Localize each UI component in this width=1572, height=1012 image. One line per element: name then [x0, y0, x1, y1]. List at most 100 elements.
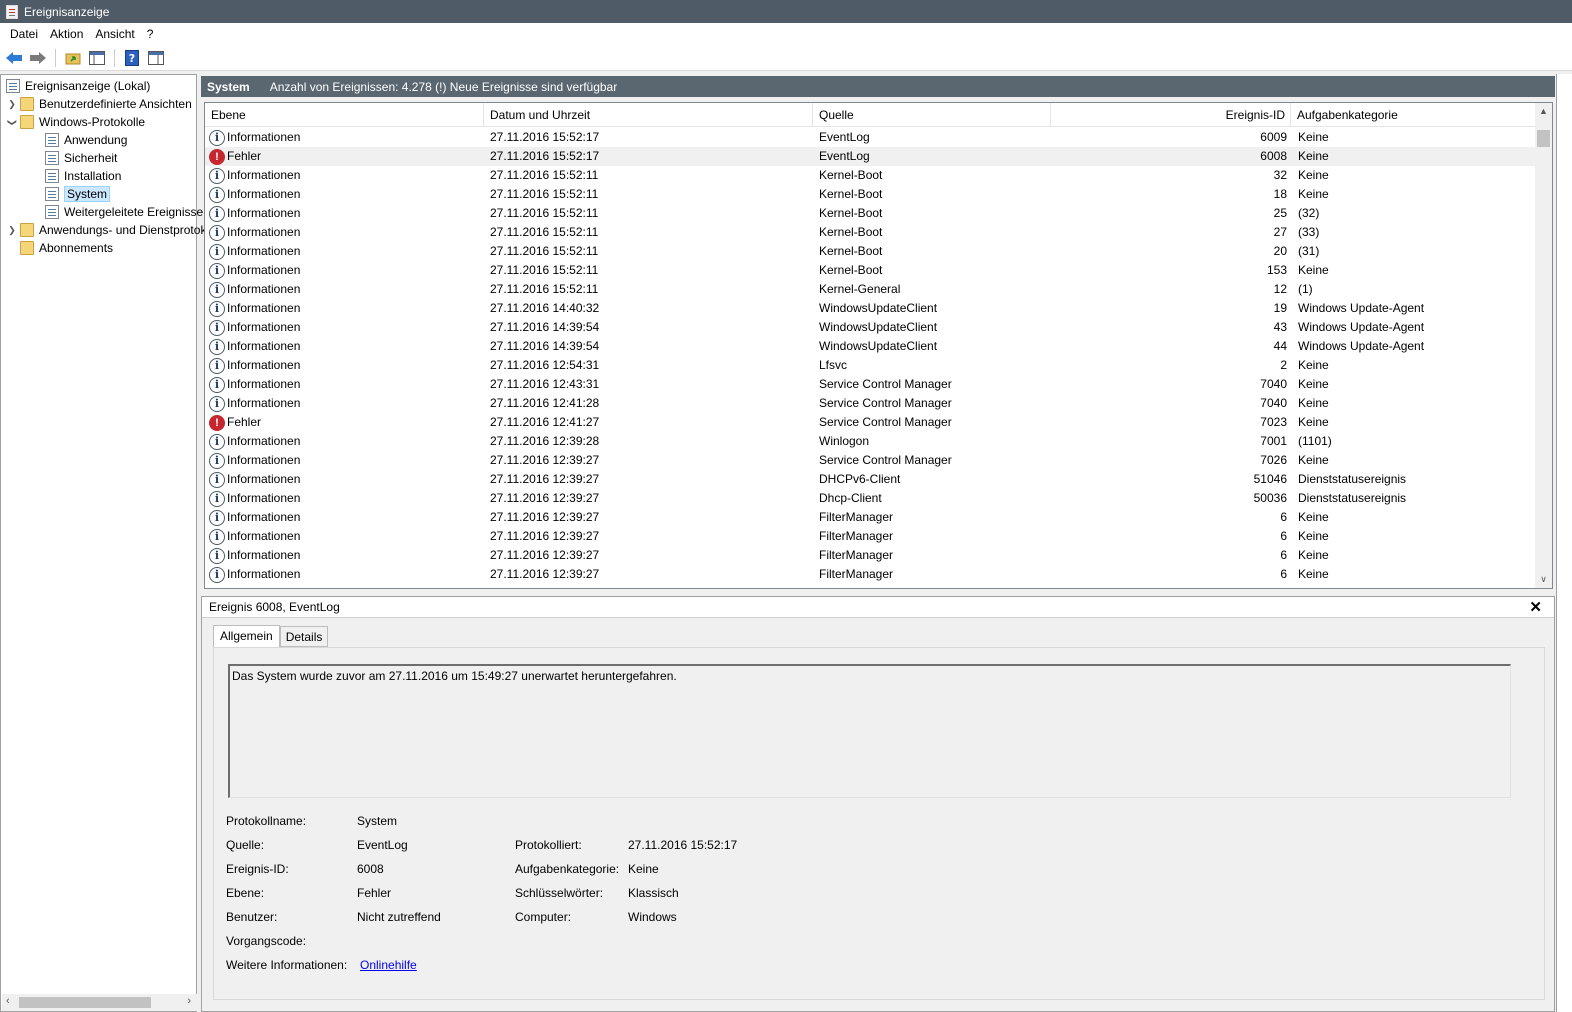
error-icon: !: [209, 148, 225, 165]
tree-item-app-service-logs[interactable]: ❯ Anwendungs- und Dienstprotokolle: [7, 221, 225, 239]
tree-item-root[interactable]: Ereignisanzeige (Lokal): [6, 77, 150, 95]
table-row[interactable]: i Informationen 27.11.2016 15:52:11 Kernel-…: [205, 204, 1535, 223]
close-icon[interactable]: ✕: [1529, 597, 1542, 618]
table-row[interactable]: i Informationen 27.11.2016 14:39:54 Windows…: [205, 318, 1535, 337]
table-row[interactable]: i Informationen 27.11.2016 15:52:11 Kernel-…: [205, 242, 1535, 261]
table-row[interactable]: i Informationen 27.11.2016 12:39:27 FilterM…: [205, 565, 1535, 584]
show-hide-tree-button[interactable]: [87, 48, 107, 68]
chevron-right-icon[interactable]: ❯: [7, 225, 17, 236]
tree-item-windows-logs[interactable]: ❯ Windows-Protokolle: [7, 113, 145, 131]
chevron-right-icon[interactable]: ❯: [7, 99, 17, 110]
field-event-id: 6008: [357, 862, 384, 876]
table-row[interactable]: i Informationen 27.11.2016 15:52:11 Kernel-…: [205, 166, 1535, 185]
column-header-quelle[interactable]: Quelle: [813, 103, 1051, 127]
info-icon: i: [209, 566, 225, 583]
chevron-down-icon[interactable]: ❯: [7, 117, 18, 127]
tree-item-forwarded-events[interactable]: Weitergeleitete Ereignisse: [45, 203, 203, 221]
field-label: Benutzer:: [226, 910, 278, 924]
cell-date: 27.11.2016 12:39:27: [490, 491, 600, 505]
scrollbar-thumb[interactable]: [19, 997, 151, 1008]
table-row[interactable]: ! Fehler 27.11.2016 15:52:17 EventLog 6008 Ke…: [205, 147, 1535, 166]
table-row[interactable]: i Informationen 27.11.2016 15:52:11 Kernel-…: [205, 223, 1535, 242]
tree-horizontal-scrollbar[interactable]: ‹ ›: [2, 994, 197, 1011]
up-folder-button[interactable]: [63, 48, 83, 68]
table-row[interactable]: ! Fehler 27.11.2016 12:41:27 Service Contro…: [205, 413, 1535, 432]
field-label: Computer:: [515, 910, 572, 924]
tree-item-sicherheit[interactable]: Sicherheit: [45, 149, 117, 167]
table-row[interactable]: i Informationen 27.11.2016 14:39:54 Windows…: [205, 337, 1535, 356]
folder-icon: [20, 115, 34, 129]
cell-task-category: Keine: [1298, 377, 1329, 391]
cell-level: i Informationen: [209, 185, 300, 204]
table-row[interactable]: i Informationen 27.11.2016 12:39:27 FilterM…: [205, 527, 1535, 546]
cell-level: ! Fehler: [209, 147, 261, 166]
svg-text:?: ?: [129, 52, 135, 65]
tree-item-label: Windows-Protokolle: [39, 115, 146, 129]
cell-date: 27.11.2016 15:52:11: [490, 282, 599, 296]
table-row[interactable]: i Informationen 27.11.2016 12:39:27 DHCPv6-…: [205, 470, 1535, 489]
menu-ansicht[interactable]: Ansicht: [89, 27, 140, 41]
cell-level: i Informationen: [209, 337, 300, 356]
tab-allgemein[interactable]: Allgemein: [213, 625, 280, 647]
table-row[interactable]: i Informationen 27.11.2016 15:52:11 Kernel-…: [205, 280, 1535, 299]
scrollbar-thumb[interactable]: [1537, 130, 1550, 147]
level-text: Informationen: [227, 244, 301, 258]
back-button[interactable]: [4, 48, 24, 68]
cell-level: i Informationen: [209, 394, 300, 413]
table-row[interactable]: i Informationen 27.11.2016 12:43:31 Service…: [205, 375, 1535, 394]
cell-date: 27.11.2016 12:41:28: [490, 396, 600, 410]
tree-item-subscriptions[interactable]: Abonnements: [20, 239, 113, 257]
online-help-link[interactable]: Onlinehilfe: [360, 958, 417, 972]
level-text: Informationen: [227, 225, 301, 239]
tree-item-anwendung[interactable]: Anwendung: [45, 131, 127, 149]
event-list: Ebene Datum und Uhrzeit Quelle Ereignis-…: [204, 102, 1553, 589]
table-row[interactable]: i Informationen 27.11.2016 15:52:11 Kernel-…: [205, 261, 1535, 280]
scroll-up-icon[interactable]: ▲: [1535, 106, 1552, 116]
table-row[interactable]: i Informationen 27.11.2016 12:39:27 FilterM…: [205, 546, 1535, 565]
title-bar: Ereignisanzeige: [0, 0, 1572, 23]
table-row[interactable]: i Informationen 27.11.2016 12:54:31 Lfsvc 2 K…: [205, 356, 1535, 375]
tree-item-system[interactable]: System: [45, 185, 111, 203]
log-icon: [45, 151, 59, 165]
console-tree-icon: [89, 50, 105, 65]
cell-date: 27.11.2016 12:39:28: [490, 434, 600, 448]
table-row[interactable]: i Informationen 27.11.2016 12:39:27 Dhcp-Cl…: [205, 489, 1535, 508]
menu-datei[interactable]: Datei: [4, 27, 44, 41]
cell-date: 27.11.2016 12:39:27: [490, 548, 600, 562]
menu-aktion[interactable]: Aktion: [44, 27, 89, 41]
column-header-ebene[interactable]: Ebene: [205, 103, 484, 127]
cell-task-category: (32): [1298, 206, 1320, 220]
table-row[interactable]: i Informationen 27.11.2016 15:52:11 Kernel-…: [205, 185, 1535, 204]
cell-level: i Informationen: [209, 204, 300, 223]
table-row[interactable]: i Informationen 27.11.2016 15:52:17 EventLo…: [205, 128, 1535, 147]
column-header-aufgabenkategorie[interactable]: Aufgabenkategorie: [1291, 103, 1535, 127]
scroll-left-icon[interactable]: ‹: [6, 995, 10, 1007]
info-icon: i: [209, 167, 225, 184]
forward-button[interactable]: [28, 48, 48, 68]
tab-details[interactable]: Details: [279, 626, 329, 647]
level-text: Informationen: [227, 396, 301, 410]
tree-item-installation[interactable]: Installation: [45, 167, 121, 185]
menu-help[interactable]: ?: [141, 27, 160, 41]
cell-task-category: Keine: [1298, 149, 1329, 163]
scroll-right-icon[interactable]: ›: [187, 995, 191, 1007]
cell-task-category: Keine: [1298, 567, 1329, 581]
event-message-box[interactable]: Das System wurde zuvor am 27.11.2016 um …: [228, 664, 1511, 798]
column-header-datum[interactable]: Datum und Uhrzeit: [484, 103, 813, 127]
column-header-ereignis-id[interactable]: Ereignis-ID: [1051, 103, 1291, 127]
table-row[interactable]: i Informationen 27.11.2016 12:39:27 Service…: [205, 451, 1535, 470]
tree-item-custom-views[interactable]: ❯ Benutzerdefinierte Ansichten: [7, 95, 192, 113]
table-row[interactable]: i Informationen 27.11.2016 12:41:28 Service…: [205, 394, 1535, 413]
show-action-pane-button[interactable]: [146, 48, 166, 68]
cell-source: Service Control Manager: [819, 377, 952, 391]
tree-item-label: Ereignisanzeige (Lokal): [25, 79, 151, 93]
table-row[interactable]: i Informationen 27.11.2016 12:39:28 Winlogo…: [205, 432, 1535, 451]
table-row[interactable]: i Informationen 27.11.2016 14:40:32 Windows…: [205, 299, 1535, 318]
cell-source: Kernel-Boot: [819, 168, 883, 182]
help-button[interactable]: ?: [122, 48, 142, 68]
cell-source: Service Control Manager: [819, 415, 952, 429]
event-list-vertical-scrollbar[interactable]: ▲ ∨: [1535, 103, 1552, 588]
scroll-down-icon[interactable]: ∨: [1535, 574, 1552, 585]
table-row[interactable]: i Informationen 27.11.2016 12:39:27 FilterM…: [205, 508, 1535, 527]
cell-event-id: 6: [1280, 548, 1287, 562]
